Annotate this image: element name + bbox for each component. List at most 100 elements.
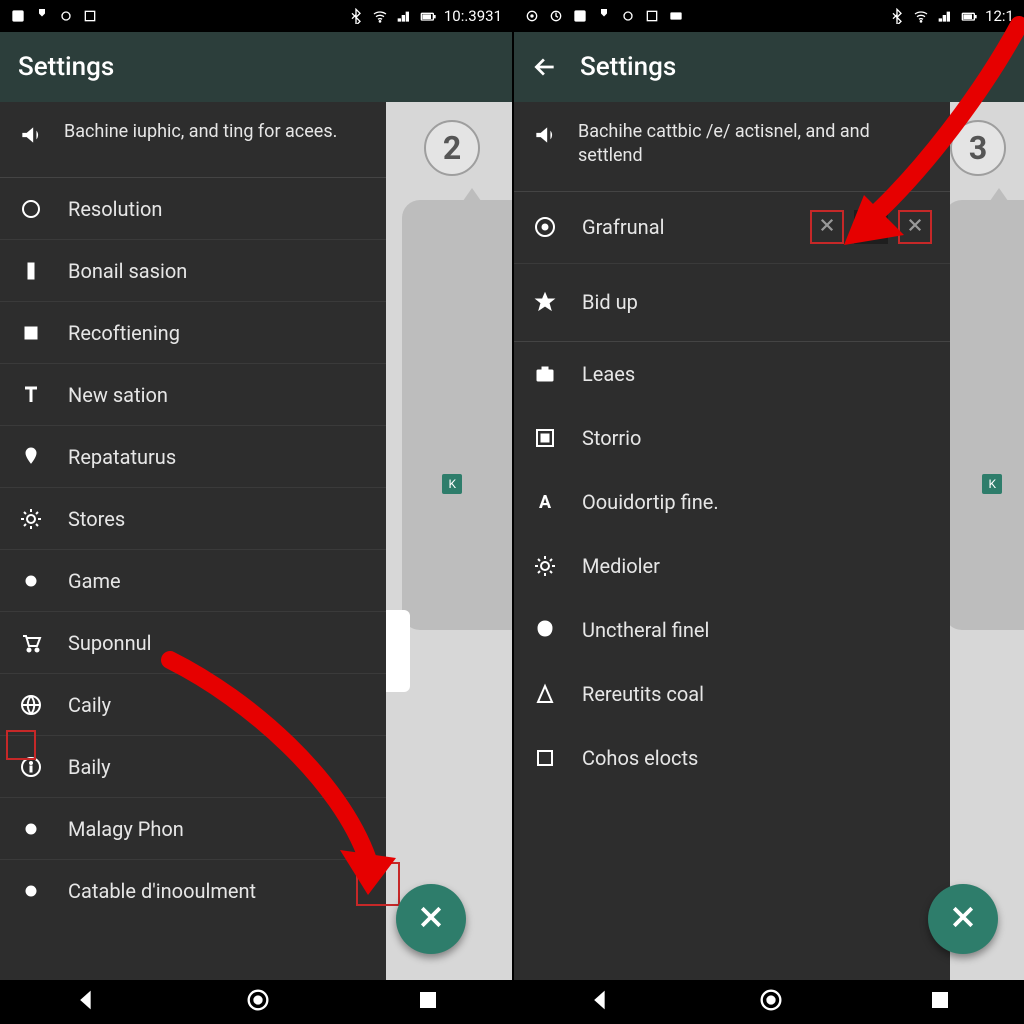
- battery-icon: [420, 8, 436, 24]
- settings-item-cohos[interactable]: Cohos elocts: [514, 726, 950, 790]
- letter-a-icon: A: [532, 490, 558, 514]
- close-fab[interactable]: [928, 884, 998, 954]
- home-nav-icon[interactable]: [244, 986, 272, 1018]
- square-icon: [18, 321, 44, 345]
- info-icon: [18, 755, 44, 779]
- settings-intro: Bachihe cattbic /e/ actisnel, and and se…: [514, 102, 950, 192]
- bluetooth-icon: [889, 8, 905, 24]
- status-icon: [58, 8, 74, 24]
- settings-item-baily[interactable]: Baily: [0, 736, 386, 798]
- settings-item-label: Game: [68, 569, 368, 593]
- green-tag: K: [442, 474, 462, 494]
- settings-item-label: Baily: [68, 755, 368, 779]
- status-icon: [34, 8, 50, 24]
- settings-item-label: Medioler: [582, 554, 932, 578]
- settings-item-leaes[interactable]: Leaes: [514, 342, 950, 406]
- status-icon: [524, 8, 540, 24]
- settings-item-malagy[interactable]: Malagy Phon: [0, 798, 386, 860]
- settings-item-label: Repataturus: [68, 445, 368, 469]
- signal-icon: [937, 8, 953, 24]
- close-icon: [906, 215, 924, 239]
- square-open-icon: [532, 746, 558, 770]
- dot-icon: [18, 817, 44, 841]
- cart-icon: [18, 631, 44, 655]
- settings-item-catable[interactable]: Catable d'inooulment: [0, 860, 386, 922]
- page-title: Settings: [18, 52, 114, 82]
- settings-item-stores[interactable]: Stores: [0, 488, 386, 550]
- settings-item-newsation[interactable]: New sation: [0, 364, 386, 426]
- settings-item-label: Catable d'inooulment: [68, 879, 368, 903]
- bluetooth-icon: [348, 8, 364, 24]
- back-nav-icon[interactable]: [586, 986, 614, 1018]
- background-shape: [944, 200, 1024, 630]
- settings-item-label: Storrio: [582, 426, 932, 450]
- wifi-icon: [372, 8, 388, 24]
- target-icon: [532, 215, 558, 239]
- home-nav-icon[interactable]: [757, 986, 785, 1018]
- settings-item-bidup[interactable]: Bid up: [514, 264, 950, 342]
- settings-intro: Bachine iuphic, and ting for acees.: [0, 102, 386, 178]
- phone-left: 10:.3931 Settings 2 K a mal on Bachine i…: [0, 0, 512, 1024]
- status-icon: [668, 8, 684, 24]
- settings-item-ooidor[interactable]: A Oouidortip fine.: [514, 470, 950, 534]
- globe-icon: [18, 693, 44, 717]
- settings-item-medioler[interactable]: Medioler: [514, 534, 950, 598]
- recent-nav-icon[interactable]: [416, 988, 440, 1016]
- briefcase-icon: [532, 362, 558, 386]
- settings-item-rereutits[interactable]: Rereutits coal: [514, 662, 950, 726]
- status-icon: [82, 8, 98, 24]
- settings-item-unctheral[interactable]: Unctheral finel: [514, 598, 950, 662]
- settings-item-label: Caily: [68, 693, 368, 717]
- settings-item-label: Malagy Phon: [68, 817, 368, 841]
- megaphone-icon: [532, 122, 558, 155]
- star-icon: [532, 290, 558, 314]
- remove-button[interactable]: [810, 210, 844, 244]
- signal-icon: [396, 8, 412, 24]
- settings-item-resolution[interactable]: Resolution: [0, 178, 386, 240]
- title-bar: Settings: [0, 32, 512, 102]
- close-icon: [948, 902, 978, 936]
- settings-item-label: Stores: [68, 507, 368, 531]
- wifi-icon: [913, 8, 929, 24]
- settings-item-label: Grafrunal: [582, 215, 786, 239]
- close-icon: [818, 215, 836, 239]
- android-navbar: [514, 980, 1024, 1024]
- status-time: 12:1: [985, 7, 1014, 25]
- remove-button[interactable]: [898, 210, 932, 244]
- settings-item-label: Recoftiening: [68, 321, 368, 345]
- status-icon: [644, 8, 660, 24]
- step-badge: 2: [424, 120, 480, 176]
- settings-item-label: Suponnul: [68, 631, 368, 655]
- settings-item-suponnul[interactable]: Suponnul: [0, 612, 386, 674]
- settings-item-grafrunal[interactable]: Grafrunal: [514, 192, 950, 264]
- settings-item-label: New sation: [68, 383, 368, 407]
- battery-icon: [961, 8, 977, 24]
- settings-item-bonail[interactable]: Bonail sasion: [0, 240, 386, 302]
- settings-item-repat[interactable]: Repataturus: [0, 426, 386, 488]
- status-bar: 12:1: [514, 0, 1024, 32]
- close-fab[interactable]: [396, 884, 466, 954]
- title-bar: Settings: [514, 32, 1024, 102]
- back-arrow-icon[interactable]: [532, 54, 558, 80]
- status-icon: [548, 8, 564, 24]
- settings-item-game[interactable]: Game: [0, 550, 386, 612]
- blob-icon: [532, 618, 558, 642]
- circle-icon: [18, 197, 44, 221]
- settings-drawer: Bachine iuphic, and ting for acees. Reso…: [0, 102, 386, 980]
- background-shape: [402, 200, 512, 630]
- step-badge: 3: [950, 120, 1006, 176]
- back-nav-icon[interactable]: [72, 986, 100, 1018]
- dot-icon: [18, 569, 44, 593]
- camera-button[interactable]: [854, 210, 888, 244]
- bar-icon: [18, 259, 44, 283]
- camera-icon: [861, 215, 881, 240]
- gear-icon: [18, 507, 44, 531]
- settings-item-recoft[interactable]: Recoftiening: [0, 302, 386, 364]
- status-bar: 10:.3931: [0, 0, 512, 32]
- gear-icon: [532, 554, 558, 578]
- recent-nav-icon[interactable]: [928, 988, 952, 1016]
- settings-item-label: Leaes: [582, 362, 932, 386]
- settings-item-label: Oouidortip fine.: [582, 490, 932, 514]
- settings-item-caily[interactable]: Caily: [0, 674, 386, 736]
- settings-item-storrio[interactable]: Storrio: [514, 406, 950, 470]
